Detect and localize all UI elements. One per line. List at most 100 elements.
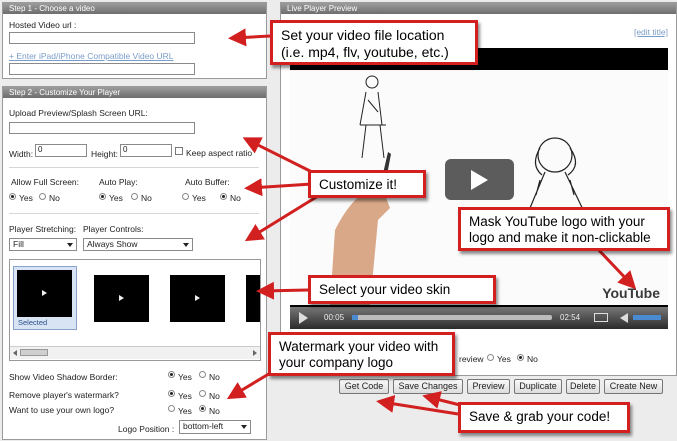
preview-yes-label: Yes xyxy=(497,354,511,364)
divider xyxy=(9,167,259,168)
step1-panel: Step 1 - Choose a video Hosted Video url… xyxy=(2,2,267,79)
splash-url-label: Upload Preview/Splash Screen URL: xyxy=(9,108,148,118)
own-logo-label: Want to use your own logo? xyxy=(9,405,115,415)
own-logo-yes-radio[interactable] xyxy=(168,405,175,412)
chevron-down-icon xyxy=(183,243,189,247)
fullscreen-yes-radio[interactable] xyxy=(9,193,16,200)
player-controls: 00:05 02:54 xyxy=(290,307,668,329)
skin-gallery: Selected xyxy=(9,259,261,361)
hosted-url-label: Hosted Video url : xyxy=(9,20,77,30)
stretching-value: Fill xyxy=(13,239,24,249)
skin-option-4[interactable] xyxy=(246,275,260,322)
scroll-left-icon[interactable] xyxy=(13,350,17,356)
hosted-url-input[interactable] xyxy=(9,32,195,44)
autoplay-yes-radio[interactable] xyxy=(99,193,106,200)
ipad-url-link[interactable]: + Enter iPad/iPhone Compatible Video URL xyxy=(9,51,174,61)
fullscreen-no-radio[interactable] xyxy=(39,193,46,200)
seek-bar[interactable] xyxy=(352,315,552,320)
controls-label: Player Controls: xyxy=(83,224,144,234)
shadow-border-label: Show Video Shadow Border: xyxy=(9,372,118,382)
create-new-button[interactable]: Create New xyxy=(604,379,663,394)
callout-customize: Customize it! xyxy=(308,170,426,198)
callout-watermark: Watermark your video with your company l… xyxy=(268,332,455,376)
watermark-no-radio[interactable] xyxy=(199,390,206,397)
logo-position-select[interactable]: bottom-left xyxy=(179,420,251,434)
play-icon xyxy=(119,295,124,301)
ipad-url-input[interactable] xyxy=(9,63,195,75)
fullscreen-yes-label: Yes xyxy=(19,193,33,203)
chevron-down-icon xyxy=(241,425,247,429)
controls-value: Always Show xyxy=(87,239,138,249)
play-icon xyxy=(42,290,47,296)
height-label: Height: xyxy=(91,149,118,159)
shadow-yes-radio[interactable] xyxy=(168,371,175,378)
time-current: 00:05 xyxy=(324,313,345,322)
splash-url-input[interactable] xyxy=(9,122,195,134)
get-code-button[interactable]: Get Code xyxy=(339,379,389,394)
stretching-label: Player Stretching: xyxy=(9,224,77,234)
edit-title-link[interactable]: [edit title] xyxy=(634,27,668,37)
shadow-no-radio[interactable] xyxy=(199,371,206,378)
watermark-yes-radio[interactable] xyxy=(168,390,175,397)
shadow-no-label: No xyxy=(209,372,220,382)
preview-header: Live Player Preview xyxy=(281,3,676,14)
play-icon xyxy=(195,295,200,301)
fullscreen-no-label: No xyxy=(49,193,60,203)
skin-option-3[interactable] xyxy=(170,275,225,322)
logo-position-value: bottom-left xyxy=(183,421,224,431)
preview-no-radio[interactable] xyxy=(517,354,524,361)
skin-option-selected[interactable]: Selected xyxy=(13,266,77,330)
callout-skin: Select your video skin xyxy=(308,275,496,304)
stretching-select[interactable]: Fill xyxy=(9,238,77,251)
play-button[interactable] xyxy=(445,159,514,200)
logo-position-label: Logo Position : xyxy=(118,424,175,434)
skin-scrollbar[interactable] xyxy=(10,346,260,359)
width-input[interactable]: 0 xyxy=(35,144,87,157)
skin-option-2[interactable] xyxy=(94,275,149,322)
preview-yes-radio[interactable] xyxy=(487,354,494,361)
scroll-right-icon[interactable] xyxy=(253,350,257,356)
duplicate-button[interactable]: Duplicate xyxy=(514,379,562,394)
fullscreen-label: Allow Full Screen: xyxy=(11,177,80,187)
preview-button[interactable]: Preview xyxy=(467,379,510,394)
save-changes-button[interactable]: Save Changes xyxy=(393,379,463,394)
watermark-yes-label: Yes xyxy=(178,391,192,401)
arrow-to-getcode xyxy=(376,394,459,416)
autoplay-label: Auto Play: xyxy=(99,177,138,187)
remove-watermark-label: Remove player's watermark? xyxy=(9,390,119,400)
own-logo-yes-label: Yes xyxy=(178,406,192,416)
play-pause-icon[interactable] xyxy=(299,312,308,324)
height-input[interactable]: 0 xyxy=(120,144,172,157)
autobuffer-label: Auto Buffer: xyxy=(185,177,230,187)
preview-no-label: No xyxy=(527,354,538,364)
shadow-yes-label: Yes xyxy=(178,372,192,382)
scroll-thumb[interactable] xyxy=(20,349,48,356)
controls-select[interactable]: Always Show xyxy=(83,238,193,251)
autoplay-no-label: No xyxy=(141,193,152,203)
keep-aspect-label: Keep aspect ratio xyxy=(186,148,253,158)
own-logo-no-radio[interactable] xyxy=(199,405,206,412)
width-label: Width: xyxy=(9,149,34,159)
skin-selected-label: Selected xyxy=(18,318,48,327)
youtube-logo[interactable]: YouTube xyxy=(602,285,660,301)
keep-aspect-checkbox[interactable] xyxy=(175,147,183,155)
fullscreen-icon[interactable] xyxy=(594,313,608,322)
watermark-no-label: No xyxy=(209,391,220,401)
volume-icon[interactable] xyxy=(620,313,628,323)
preview-shadow-label: review xyxy=(459,354,484,364)
step1-header: Step 1 - Choose a video xyxy=(3,3,266,14)
autobuffer-no-label: No xyxy=(230,193,241,203)
seek-progress xyxy=(352,315,358,320)
autobuffer-yes-radio[interactable] xyxy=(182,193,189,200)
step2-panel: Step 2 - Customize Your Player Upload Pr… xyxy=(2,86,267,440)
volume-slider[interactable] xyxy=(633,315,661,320)
autobuffer-no-radio[interactable] xyxy=(220,193,227,200)
autoplay-yes-label: Yes xyxy=(109,193,123,203)
callout-save: Save & grab your code! xyxy=(458,402,630,433)
delete-button[interactable]: Delete xyxy=(566,379,600,394)
divider xyxy=(9,213,259,214)
autoplay-no-radio[interactable] xyxy=(131,193,138,200)
time-total: 02:54 xyxy=(560,313,581,322)
play-icon xyxy=(471,170,488,190)
callout-location: Set your video file location (i.e. mp4, … xyxy=(270,20,478,65)
